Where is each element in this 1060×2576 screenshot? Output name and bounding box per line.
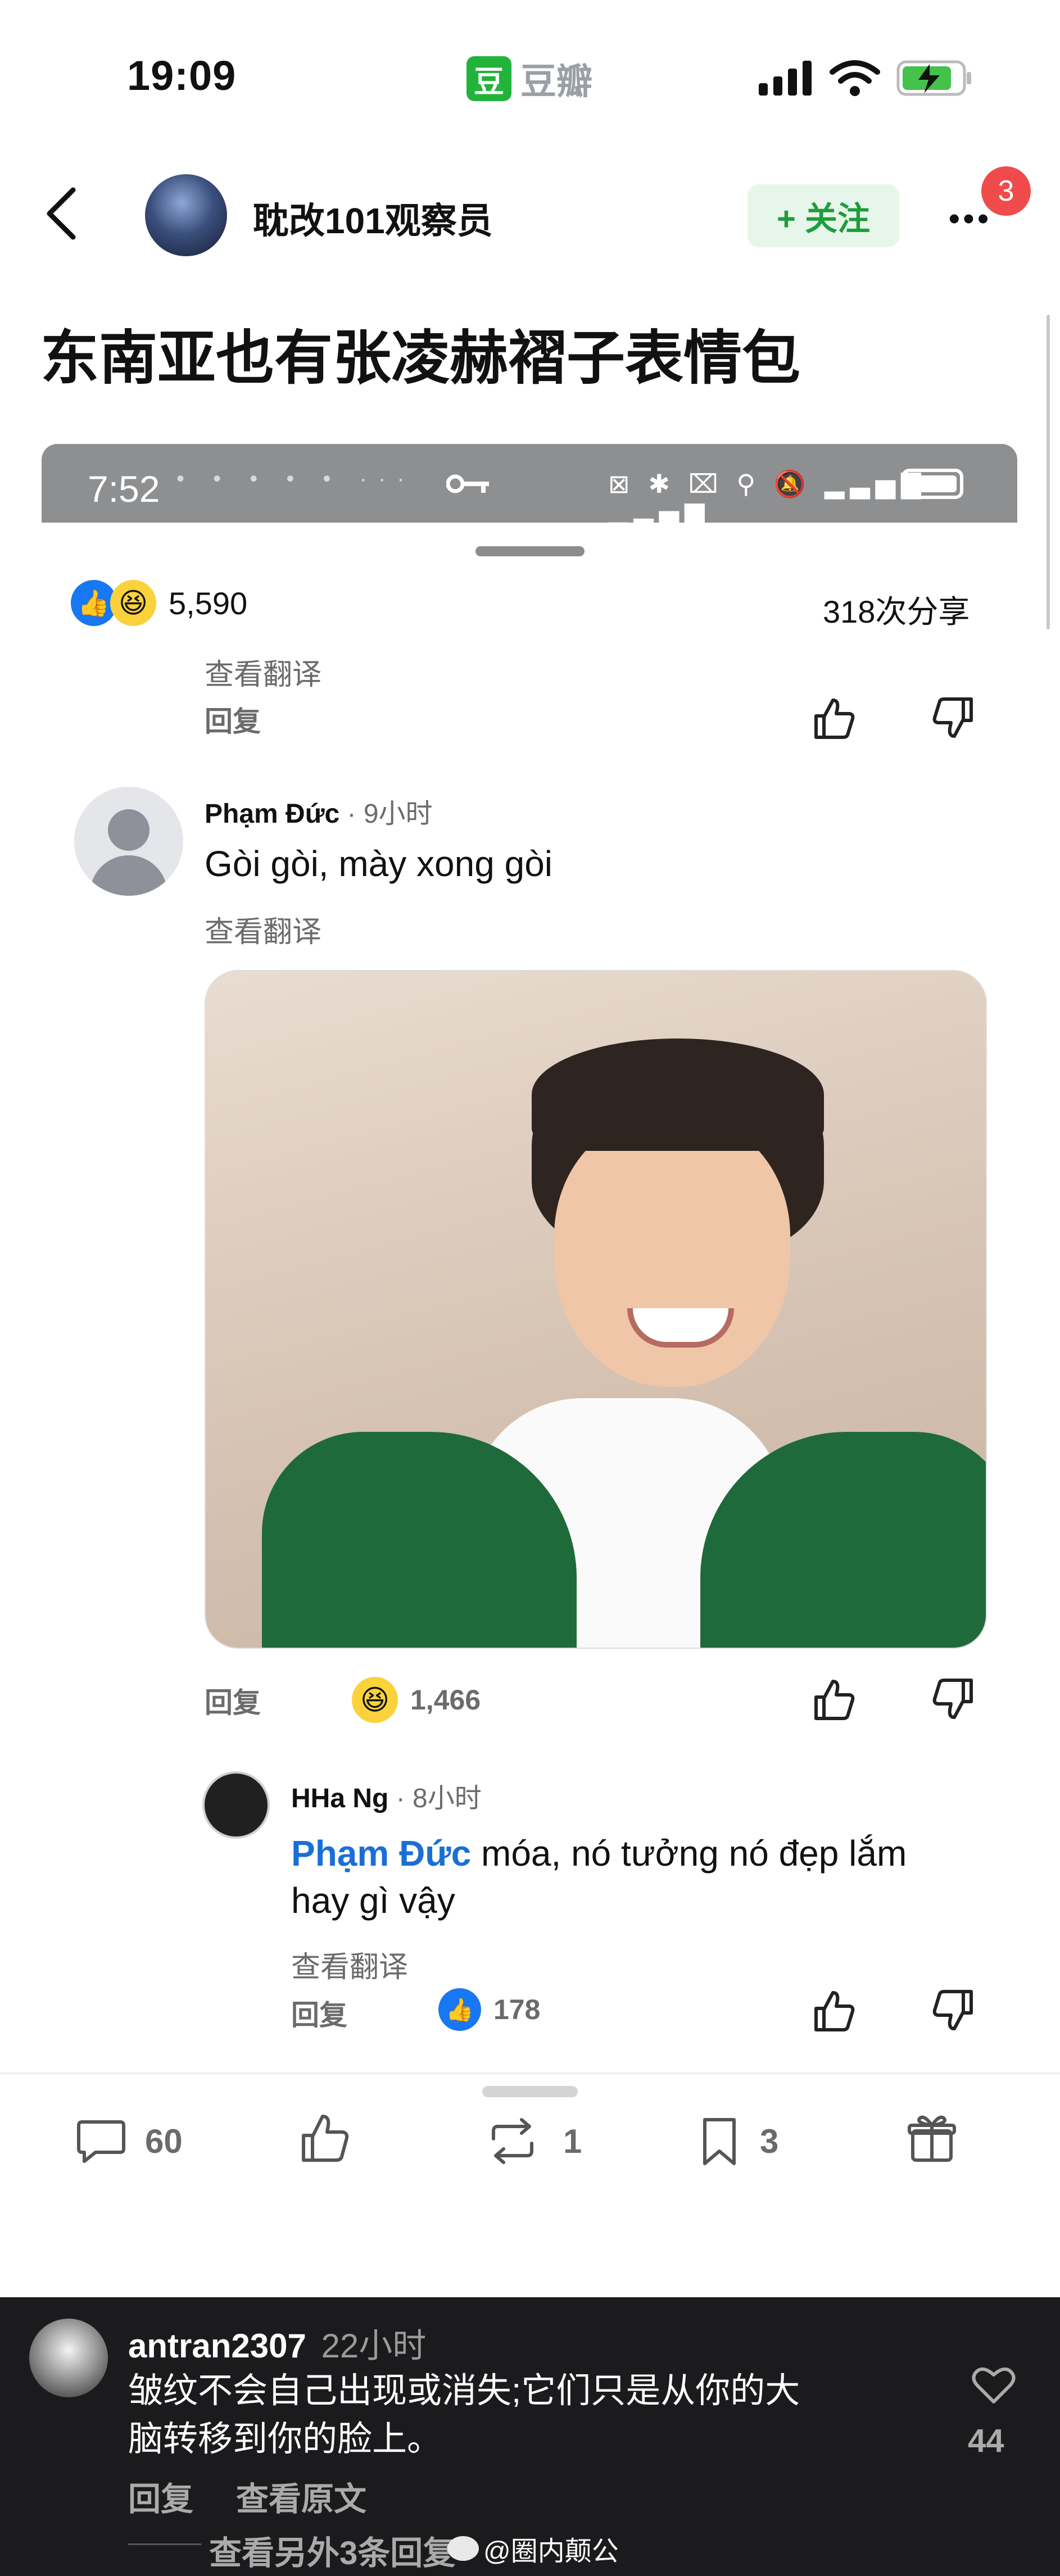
reply-link[interactable]: 回复 bbox=[205, 699, 261, 740]
commenter-avatar[interactable] bbox=[74, 787, 183, 896]
overlay-text-line1: 皱纹不会自己出现或消失;它们只是从你的大 bbox=[128, 2371, 800, 2410]
reply-text-line1: móa, nó tưởng nó đẹp lắm bbox=[471, 1833, 907, 1874]
reply-text: Phạm Đức móa, nó tưởng nó đẹp lắm hay gì… bbox=[291, 1830, 988, 1924]
divider bbox=[128, 2543, 201, 2545]
reply-header: HHa Ng · 8小时 bbox=[291, 1776, 482, 1815]
sheet-handle-bottom[interactable] bbox=[482, 2086, 578, 2097]
overlay-comment-panel: antran2307 22小时 皱纹不会自己出现或消失;它们只是从你的大 脑转移… bbox=[0, 2297, 1060, 2576]
reply-time: · 8小时 bbox=[396, 1784, 482, 1813]
overlay-text-line2: 脑转移到你的脸上。 bbox=[128, 2420, 442, 2459]
post-title: 东南亚也有张凌赫褶子表情包 bbox=[40, 326, 801, 391]
embedded-notification-dots: • • • • • ··· bbox=[176, 466, 416, 491]
thumbs-up-icon[interactable] bbox=[812, 1677, 857, 1722]
embedded-status-bar: 7:52 • • • • • ··· ⊠ ✱ ⌧ ⚲ 🔕 ▂▃▅▇ ▂▃▅▇ bbox=[42, 444, 1017, 529]
comment-time: · 9小时 bbox=[347, 799, 433, 829]
repost-count: 1 bbox=[563, 2123, 582, 2160]
embedded-time: 7:52 bbox=[88, 468, 160, 510]
comment-reactions[interactable]: 😆 1,466 bbox=[352, 1677, 481, 1723]
translate-link[interactable]: 查看翻译 bbox=[205, 651, 321, 693]
heart-icon[interactable] bbox=[971, 2365, 1016, 2405]
repost-icon[interactable] bbox=[486, 2114, 540, 2168]
reply-link[interactable]: 回复 bbox=[205, 1680, 261, 1721]
like-icon[interactable] bbox=[298, 2111, 352, 2165]
reaction-summary[interactable]: 👍 😆 5,590 bbox=[71, 580, 247, 626]
overlay-avatar[interactable] bbox=[29, 2319, 108, 2397]
notification-badge: 3 bbox=[981, 166, 1031, 216]
embedded-battery-icon bbox=[902, 469, 963, 499]
more-icon[interactable]: ••• bbox=[949, 200, 992, 237]
thumbs-down-icon[interactable] bbox=[931, 696, 976, 741]
back-icon[interactable] bbox=[39, 185, 84, 242]
scrollbar[interactable] bbox=[1047, 315, 1050, 629]
reply-reactions[interactable]: 👍 178 bbox=[438, 1988, 540, 2031]
overlay-more-replies[interactable]: 查看另外3条回复 bbox=[209, 2527, 455, 2574]
author-name[interactable]: 耽改101观察员 bbox=[253, 192, 493, 244]
overlay-view-original[interactable]: 查看原文 bbox=[236, 2473, 366, 2520]
thumbs-down-icon[interactable] bbox=[931, 1677, 976, 1722]
reaction-count: 5,590 bbox=[169, 585, 248, 621]
like-reaction-icon: 👍 bbox=[438, 1988, 481, 2031]
watermark-text: @圈内颠公 bbox=[483, 2537, 619, 2566]
reply-link[interactable]: 回复 bbox=[291, 1993, 347, 2033]
comment-reaction-count: 1,466 bbox=[410, 1684, 481, 1716]
share-count[interactable]: 318次分享 bbox=[823, 587, 970, 632]
translate-link[interactable]: 查看翻译 bbox=[205, 908, 321, 950]
comment-author[interactable]: Phạm Đức bbox=[205, 799, 339, 829]
reply-author-avatar[interactable] bbox=[202, 1771, 270, 1839]
comment-icon[interactable] bbox=[74, 2114, 128, 2168]
watermark: @圈内颠公 bbox=[447, 2529, 619, 2568]
key-icon bbox=[446, 474, 489, 493]
comment-count: 60 bbox=[145, 2123, 183, 2160]
follow-button[interactable]: + 关注 bbox=[748, 184, 899, 247]
comment-header: Phạm Đức · 9小时 bbox=[205, 791, 433, 831]
wifi-icon bbox=[830, 60, 880, 96]
bookmark-icon[interactable] bbox=[692, 2114, 746, 2168]
reply-author[interactable]: HHa Ng bbox=[291, 1784, 388, 1813]
sheet-handle[interactable] bbox=[475, 546, 585, 556]
divider bbox=[0, 2072, 1060, 2074]
reply-reaction-count: 178 bbox=[493, 1994, 541, 2025]
gift-icon[interactable] bbox=[905, 2111, 959, 2165]
thumbs-down-icon[interactable] bbox=[931, 1988, 976, 2033]
comment-text: Gòi gòi, mày xong gòi bbox=[205, 843, 552, 884]
overlay-text: 皱纹不会自己出现或消失;它们只是从你的大 脑转移到你的脸上。 bbox=[128, 2367, 800, 2464]
author-avatar[interactable] bbox=[145, 174, 227, 256]
weibo-logo-icon bbox=[447, 2536, 479, 2561]
app-name: 豆瓣 bbox=[520, 61, 592, 102]
comment-photo[interactable] bbox=[205, 970, 987, 1649]
translate-link[interactable]: 查看翻译 bbox=[291, 1943, 408, 1985]
overlay-username[interactable]: antran2307 bbox=[128, 2327, 306, 2365]
battery-charging-icon bbox=[896, 60, 971, 96]
app-label: 豆 豆瓣 bbox=[466, 53, 592, 105]
thumbs-up-icon[interactable] bbox=[812, 696, 857, 741]
haha-reaction-icon: 😆 bbox=[110, 580, 156, 626]
thumbs-up-icon[interactable] bbox=[812, 1988, 857, 2033]
overlay-time: 22小时 bbox=[321, 2327, 427, 2365]
cellular-signal-icon bbox=[759, 61, 812, 96]
bookmark-count: 3 bbox=[760, 2123, 779, 2160]
douban-logo-icon: 豆 bbox=[466, 56, 511, 101]
overlay-like-count: 44 bbox=[968, 2423, 1004, 2459]
status-time: 19:09 bbox=[127, 52, 237, 99]
overlay-header: antran2307 22小时 bbox=[128, 2319, 426, 2368]
mention-link[interactable]: Phạm Đức bbox=[291, 1833, 471, 1874]
reply-text-line2: hay gì vậy bbox=[291, 1880, 455, 1921]
overlay-reply-link[interactable]: 回复 bbox=[128, 2473, 193, 2520]
haha-reaction-icon: 😆 bbox=[352, 1677, 398, 1723]
